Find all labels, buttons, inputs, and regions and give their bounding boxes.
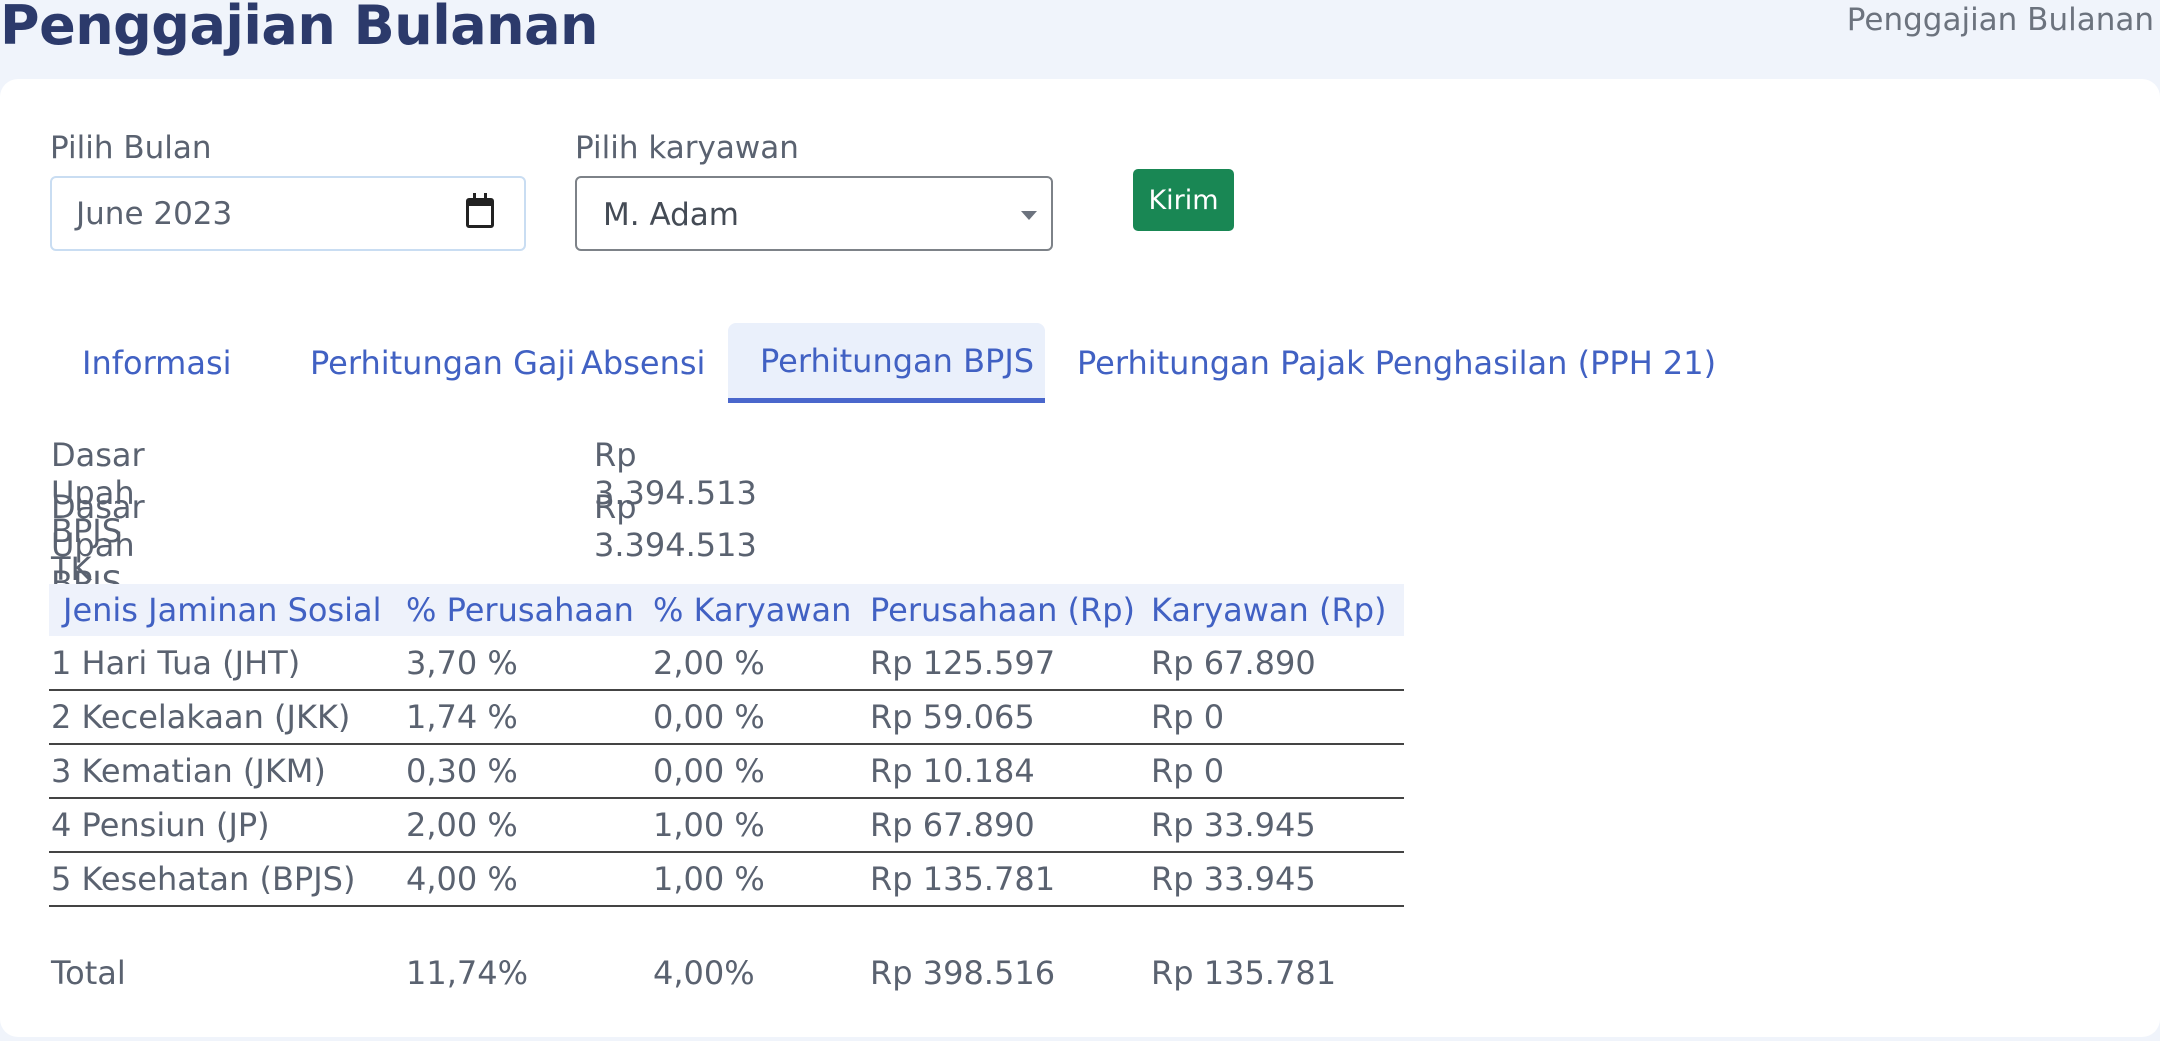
table-row: 1 Hari Tua (JHT) 3,70 % 2,00 % Rp 125.59…: [49, 636, 1404, 691]
table-cell: 1 Hari Tua (JHT): [49, 636, 406, 691]
table-cell: Rp 0: [1151, 690, 1404, 745]
table-cell: 3,70 %: [406, 636, 653, 691]
table-header-row: Jenis Jaminan Sosial % Perusahaan % Kary…: [49, 584, 1404, 636]
info-value: Rp 3.394.513: [594, 488, 757, 564]
table-cell: Rp 67.890: [1151, 636, 1404, 691]
table-cell: Rp 0: [1151, 744, 1404, 799]
table-cell: Rp 33.945: [1151, 852, 1404, 907]
table-cell: 5 Kesehatan (BPJS): [49, 852, 406, 907]
column-header: Jenis Jaminan Sosial: [49, 584, 406, 636]
table-row: 2 Kecelakaan (JKK) 1,74 % 0,00 % Rp 59.0…: [49, 690, 1404, 745]
total-cell: Rp 135.781: [1151, 953, 1337, 992]
total-cell: 11,74%: [406, 953, 529, 992]
total-cell: Rp 398.516: [870, 953, 1056, 992]
calendar-icon[interactable]: [466, 193, 494, 228]
month-value: June 2023: [76, 196, 233, 232]
table-cell: Rp 10.184: [870, 744, 1151, 799]
month-label: Pilih Bulan: [50, 130, 212, 166]
page-header: Penggajian Bulanan Penggajian Bulanan: [0, 0, 2160, 80]
table-row: 5 Kesehatan (BPJS) 4,00 % 1,00 % Rp 135.…: [49, 852, 1404, 907]
table-cell: 2,00 %: [653, 636, 870, 691]
column-header: Karyawan (Rp): [1151, 584, 1404, 636]
table-cell: Rp 59.065: [870, 690, 1151, 745]
tab-perhitungan-pph21[interactable]: Perhitungan Pajak Penghasilan (PPH 21): [1045, 323, 1748, 403]
table-cell: Rp 33.945: [1151, 798, 1404, 853]
chevron-down-icon: [1021, 211, 1037, 220]
table-cell: 1,74 %: [406, 690, 653, 745]
total-cell: 4,00%: [653, 953, 755, 992]
table-cell: Rp 125.597: [870, 636, 1151, 691]
column-header: Perusahaan (Rp): [870, 584, 1151, 636]
table-row: 3 Kematian (JKM) 0,30 % 0,00 % Rp 10.184…: [49, 744, 1404, 799]
breadcrumb[interactable]: Penggajian Bulanan: [1847, 2, 2154, 38]
employee-label: Pilih karyawan: [575, 130, 799, 166]
submit-button[interactable]: Kirim: [1133, 169, 1234, 231]
table-cell: Rp 135.781: [870, 852, 1151, 907]
table-cell: 1,00 %: [653, 798, 870, 853]
table-cell: 1,00 %: [653, 852, 870, 907]
total-row: Total 11,74% 4,00% Rp 398.516 Rp 135.781: [49, 906, 1404, 1012]
table-cell: 4,00 %: [406, 852, 653, 907]
table-cell: Rp 67.890: [870, 798, 1151, 853]
tab-informasi[interactable]: Informasi: [50, 323, 264, 403]
tab-bar: Informasi Perhitungan Gaji Absensi Perhi…: [50, 323, 1716, 403]
page-title: Penggajian Bulanan: [0, 0, 598, 57]
column-header: % Perusahaan: [406, 584, 653, 636]
table-cell: 0,00 %: [653, 690, 870, 745]
tab-perhitungan-bpjs[interactable]: Perhitungan BPJS: [728, 323, 1045, 403]
table-cell: 2,00 %: [406, 798, 653, 853]
column-header: % Karyawan: [653, 584, 870, 636]
tab-absensi[interactable]: Absensi: [549, 323, 737, 403]
bpjs-table: Jenis Jaminan Sosial % Perusahaan % Kary…: [49, 584, 1404, 1012]
table-cell: 2 Kecelakaan (JKK): [49, 690, 406, 745]
table-cell: 0,00 %: [653, 744, 870, 799]
month-picker-input[interactable]: June 2023: [50, 176, 526, 251]
table-cell: 0,30 %: [406, 744, 653, 799]
employee-value: M. Adam: [603, 197, 739, 233]
table-row: 4 Pensiun (JP) 2,00 % 1,00 % Rp 67.890 R…: [49, 798, 1404, 853]
total-cell: Total: [51, 953, 126, 992]
table-cell: 4 Pensiun (JP): [49, 798, 406, 853]
employee-select[interactable]: M. Adam: [575, 176, 1053, 251]
table-cell: 3 Kematian (JKM): [49, 744, 406, 799]
